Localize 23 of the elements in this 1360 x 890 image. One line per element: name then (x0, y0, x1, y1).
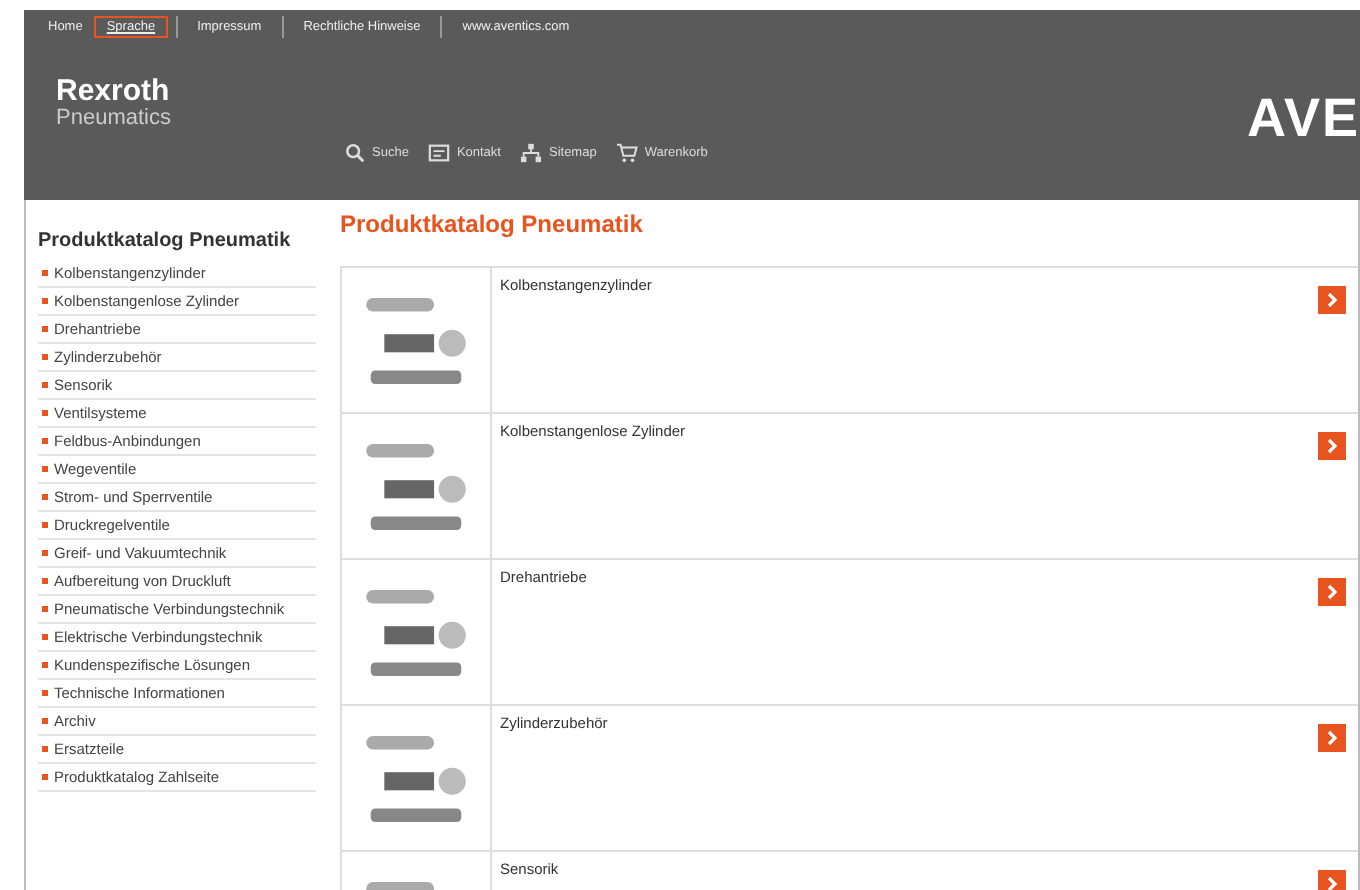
arrow-button[interactable] (1318, 724, 1346, 752)
chevron-right-icon (1324, 730, 1340, 746)
product-drawing (366, 589, 466, 675)
arrow-button[interactable] (1318, 286, 1346, 314)
brand-name: Rexroth (56, 76, 171, 106)
cart-icon[interactable] (616, 142, 639, 164)
arrow-button[interactable] (1318, 870, 1346, 890)
card-icon[interactable] (428, 142, 451, 164)
arrow-button[interactable] (1318, 578, 1346, 606)
logo-text: AVE (1246, 88, 1360, 150)
product-drawing (366, 735, 466, 821)
sitemap-icon[interactable] (520, 142, 543, 164)
arrow-button[interactable] (1318, 432, 1346, 460)
search-icon[interactable] (344, 142, 366, 164)
page-title: Produktkatalog Pneumatik (340, 210, 645, 238)
chevron-right-icon (1324, 292, 1340, 308)
sidebar-title: Produktkatalog Pneumatik (38, 228, 293, 254)
chevron-right-icon (1324, 438, 1340, 454)
product-drawing (366, 297, 466, 383)
product-drawing (366, 443, 466, 529)
chevron-right-icon (1324, 584, 1340, 600)
brand-subtitle: Pneumatics (56, 106, 171, 130)
chevron-right-icon (1324, 876, 1340, 890)
